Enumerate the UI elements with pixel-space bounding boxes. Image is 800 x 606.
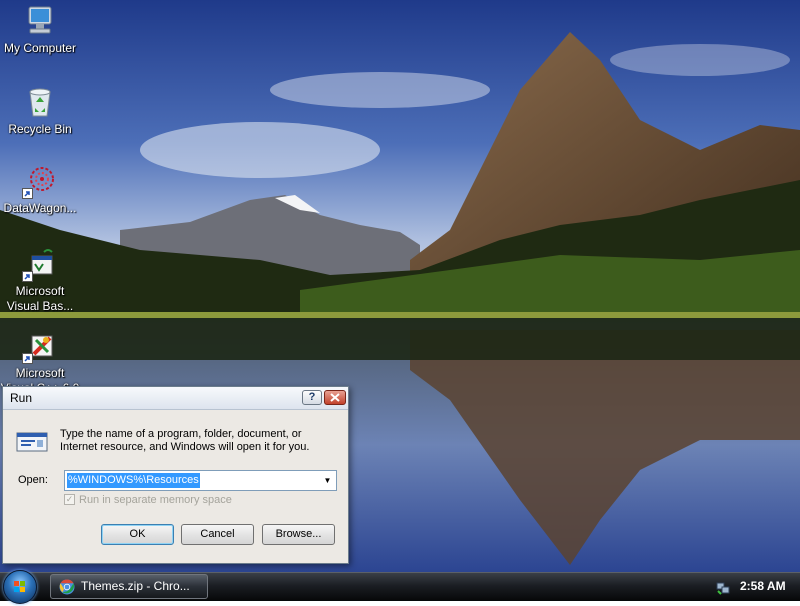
computer-icon — [22, 3, 58, 39]
close-icon — [330, 393, 340, 402]
clock[interactable]: 2:58 AM — [740, 573, 786, 600]
desktop-icon-label: Microsoft Visual Bas... — [6, 284, 74, 313]
browse-button[interactable]: Browse... — [262, 524, 335, 545]
desktop-icon-my-computer[interactable]: My Computer — [0, 3, 82, 56]
dialog-description: Type the name of a program, folder, docu… — [60, 428, 310, 453]
desktop-icon-label: DataWagon... — [3, 201, 77, 215]
help-button[interactable]: ? — [302, 390, 322, 405]
chrome-icon — [59, 579, 75, 595]
system-tray: 2:58 AM — [703, 573, 800, 601]
open-label: Open: — [18, 474, 48, 486]
taskbar: Themes.zip - Chro... 2:58 AM — [0, 570, 800, 604]
run-dialog: Run ? Type the name of a program, folder… — [2, 386, 349, 564]
windows-logo-icon — [14, 581, 25, 592]
desktop-icon-label: My Computer — [3, 41, 77, 55]
desktop-icon-visual-basic[interactable]: Microsoft Visual Bas... — [0, 246, 82, 314]
dialog-titlebar[interactable]: Run ? — [3, 387, 348, 410]
start-button[interactable] — [3, 570, 37, 604]
desktop-icon-label: Recycle Bin — [8, 122, 72, 136]
taskbar-button-label: Themes.zip - Chro... — [81, 579, 190, 593]
close-button[interactable] — [324, 390, 346, 405]
shortcut-arrow-icon — [22, 188, 33, 199]
open-combobox[interactable]: %WINDOWS%\Resources ▼ — [64, 470, 337, 491]
shortcut-arrow-icon — [22, 271, 33, 282]
network-icon[interactable] — [715, 579, 731, 595]
separate-memory-checkbox: ✓ — [64, 494, 75, 505]
visual-cpp-icon — [22, 328, 58, 364]
separate-memory-label: Run in separate memory space — [79, 494, 232, 506]
run-icon — [15, 427, 51, 455]
desktop-icon-recycle-bin[interactable]: Recycle Bin — [0, 84, 82, 137]
desktop-icon-datawagon[interactable]: DataWagon... — [0, 163, 82, 216]
visual-basic-icon — [22, 246, 58, 282]
open-input[interactable]: %WINDOWS%\Resources — [67, 473, 200, 488]
chevron-down-icon[interactable]: ▼ — [319, 471, 336, 490]
shortcut-arrow-icon — [22, 353, 33, 364]
taskbar-button-chrome[interactable]: Themes.zip - Chro... — [50, 574, 208, 599]
ok-button[interactable]: OK — [101, 524, 174, 545]
recycle-bin-icon — [22, 84, 58, 120]
datawagon-icon — [22, 163, 58, 199]
cancel-button[interactable]: Cancel — [181, 524, 254, 545]
dialog-title: Run — [10, 391, 33, 405]
